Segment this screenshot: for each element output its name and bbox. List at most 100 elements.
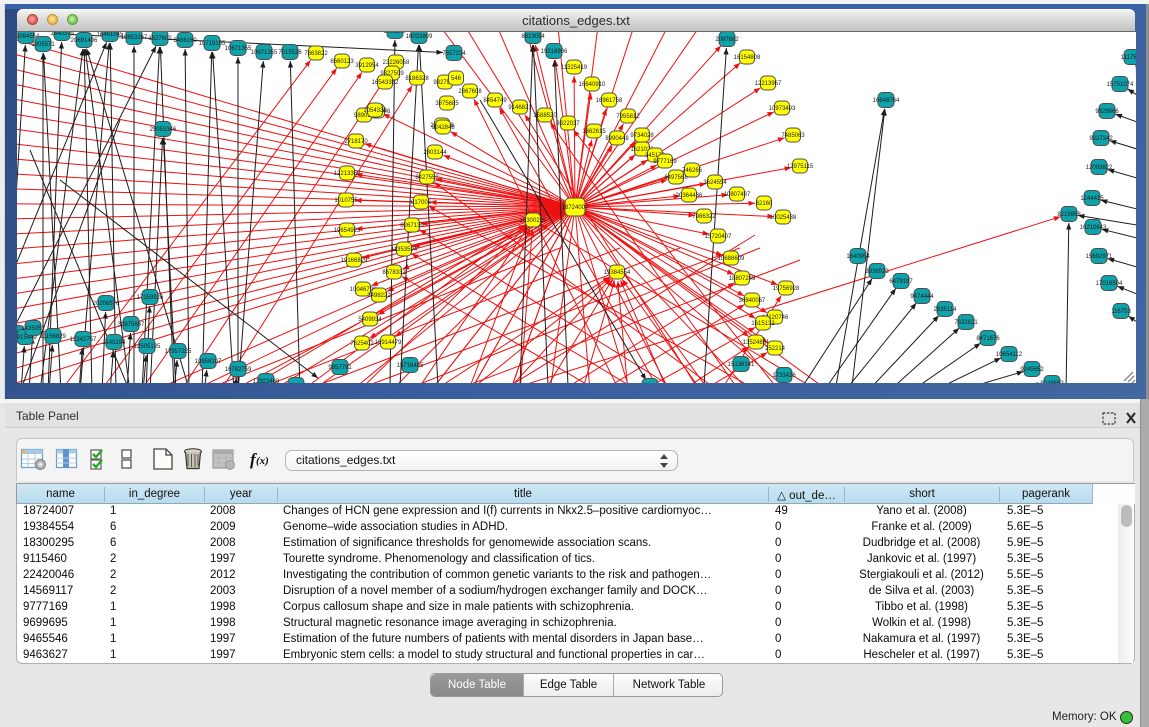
svg-text:19166829: 19166829	[341, 258, 368, 264]
svg-text:18807249: 18807249	[729, 276, 756, 282]
svg-text:11156829: 11156829	[40, 334, 66, 340]
svg-text:1362615: 1362615	[582, 129, 606, 135]
svg-text:10958107: 10958107	[195, 359, 222, 365]
svg-text:1117534: 1117534	[1121, 55, 1136, 61]
svg-text:8471676: 8471676	[976, 336, 1000, 342]
svg-text:29053346: 29053346	[150, 127, 177, 133]
svg-text:1640954: 1640954	[846, 254, 870, 260]
svg-text:3915449: 3915449	[17, 335, 37, 341]
svg-text:1054338: 1054338	[363, 108, 387, 114]
svg-text:12975115: 12975115	[787, 164, 814, 170]
svg-text:3875685: 3875685	[435, 101, 459, 107]
svg-text:1527602: 1527602	[148, 36, 172, 42]
svg-text:1145194: 1145194	[103, 340, 127, 346]
svg-text:10025438: 10025438	[770, 215, 797, 221]
svg-text:12923468: 12923468	[253, 379, 280, 383]
svg-text:1091207: 1091207	[383, 32, 407, 35]
svg-text:19218906: 19218906	[541, 49, 568, 55]
svg-text:2367608: 2367608	[458, 89, 482, 95]
svg-text:16033809: 16033809	[406, 34, 433, 40]
svg-text:6466160: 6466160	[173, 38, 197, 44]
svg-text:12093822: 12093822	[1086, 165, 1113, 171]
svg-text:1615132: 1615132	[751, 321, 775, 327]
svg-text:9329966: 9329966	[1095, 109, 1119, 115]
svg-text:8660123: 8660123	[330, 59, 354, 65]
svg-text:19384554: 19384554	[604, 270, 631, 276]
svg-text:16782759: 16782759	[225, 367, 252, 373]
svg-text:12505135: 12505135	[134, 344, 161, 350]
svg-text:20364436: 20364436	[676, 193, 703, 199]
svg-text:12342757: 12342757	[70, 337, 97, 343]
svg-text:15692971: 15692971	[1086, 254, 1113, 260]
svg-text:15720407: 15720407	[705, 234, 732, 240]
svg-text:16210643: 16210643	[1080, 225, 1107, 231]
svg-text:7485063: 7485063	[781, 133, 805, 139]
svg-text:20691406: 20691406	[71, 38, 98, 44]
svg-text:8813054: 8813054	[521, 34, 545, 40]
svg-text:16543382: 16543382	[372, 80, 399, 86]
svg-text:1435051: 1435051	[21, 326, 45, 332]
svg-text:16640910: 16640910	[579, 82, 606, 88]
svg-text:746266: 746266	[682, 168, 703, 174]
svg-text:8454749: 8454749	[483, 98, 507, 104]
svg-text:5409934: 5409934	[358, 317, 382, 323]
svg-text:19756928: 19756928	[773, 286, 800, 292]
svg-text:2803144: 2803144	[423, 150, 447, 156]
svg-text:12213369: 12213369	[334, 171, 361, 177]
svg-text:(x): (x)	[256, 455, 269, 467]
svg-text:8267130: 8267130	[400, 223, 424, 229]
svg-text:7663822: 7663822	[304, 51, 328, 57]
svg-text:7986322: 7986322	[692, 214, 716, 220]
svg-text:16961758: 16961758	[596, 98, 623, 104]
svg-text:15751074: 15751074	[1107, 82, 1134, 88]
svg-text:3912954: 3912954	[355, 63, 379, 69]
svg-text:9245652: 9245652	[1020, 367, 1044, 373]
svg-text:9245652: 9245652	[1040, 381, 1064, 383]
svg-text:9146821: 9146821	[508, 105, 532, 111]
svg-text:18300295: 18300295	[520, 218, 547, 224]
svg-text:8427552: 8427552	[415, 175, 439, 181]
svg-text:15136141: 15136141	[728, 362, 755, 368]
svg-text:10671355: 10671355	[225, 46, 252, 52]
svg-text:20206576: 20206576	[93, 301, 120, 307]
svg-text:10853267: 10853267	[121, 35, 148, 41]
svg-text:7955812: 7955812	[616, 114, 640, 120]
svg-text:8186328: 8186328	[405, 76, 429, 82]
svg-text:17016504: 17016504	[1096, 281, 1123, 287]
svg-text:116753: 116753	[1111, 309, 1131, 315]
svg-text:546: 546	[451, 76, 462, 82]
svg-text:7632621: 7632621	[954, 320, 978, 326]
svg-text:9242848: 9242848	[431, 125, 455, 131]
svg-text:1588520: 1588520	[533, 113, 557, 119]
svg-text:9474444: 9474444	[910, 294, 934, 300]
svg-text:12213967: 12213967	[755, 81, 782, 87]
svg-text:11325419: 11325419	[561, 65, 588, 71]
svg-text:8990448: 8990448	[605, 136, 629, 142]
svg-text:8678332: 8678332	[382, 270, 406, 276]
svg-text:3624554: 3624554	[703, 180, 727, 186]
svg-text:17359926: 17359926	[137, 295, 164, 301]
svg-text:1840379: 1840379	[50, 32, 74, 37]
svg-text:10719155: 10719155	[199, 41, 226, 47]
svg-text:6479197: 6479197	[889, 279, 913, 285]
svg-text:30975887: 30975887	[118, 322, 145, 328]
svg-text:8938923: 8938923	[865, 269, 889, 275]
svg-text:7357224: 7357224	[442, 51, 466, 57]
svg-text:2718170: 2718170	[344, 139, 368, 145]
svg-text:16154808: 16154808	[734, 55, 761, 61]
svg-text:1010755: 1010755	[334, 198, 358, 204]
svg-text:10973493: 10973493	[769, 106, 796, 112]
svg-text:15716485: 15716485	[397, 363, 424, 369]
svg-text:19654923: 19654923	[334, 228, 361, 234]
svg-text:16648764: 16648764	[873, 98, 900, 104]
svg-text:8322037: 8322037	[556, 121, 580, 127]
svg-text:9777169: 9777169	[653, 159, 677, 165]
svg-text:10688609: 10688609	[718, 256, 745, 262]
svg-text:1905571: 1905571	[31, 42, 55, 48]
svg-text:9227342: 9227342	[1089, 136, 1113, 142]
svg-text:2087682: 2087682	[715, 37, 739, 43]
svg-text:3498222: 3498222	[367, 293, 391, 299]
svg-text:23226058: 23226058	[383, 60, 410, 66]
svg-text:2935114: 2935114	[934, 307, 958, 313]
svg-text:17957225: 17957225	[165, 349, 192, 355]
